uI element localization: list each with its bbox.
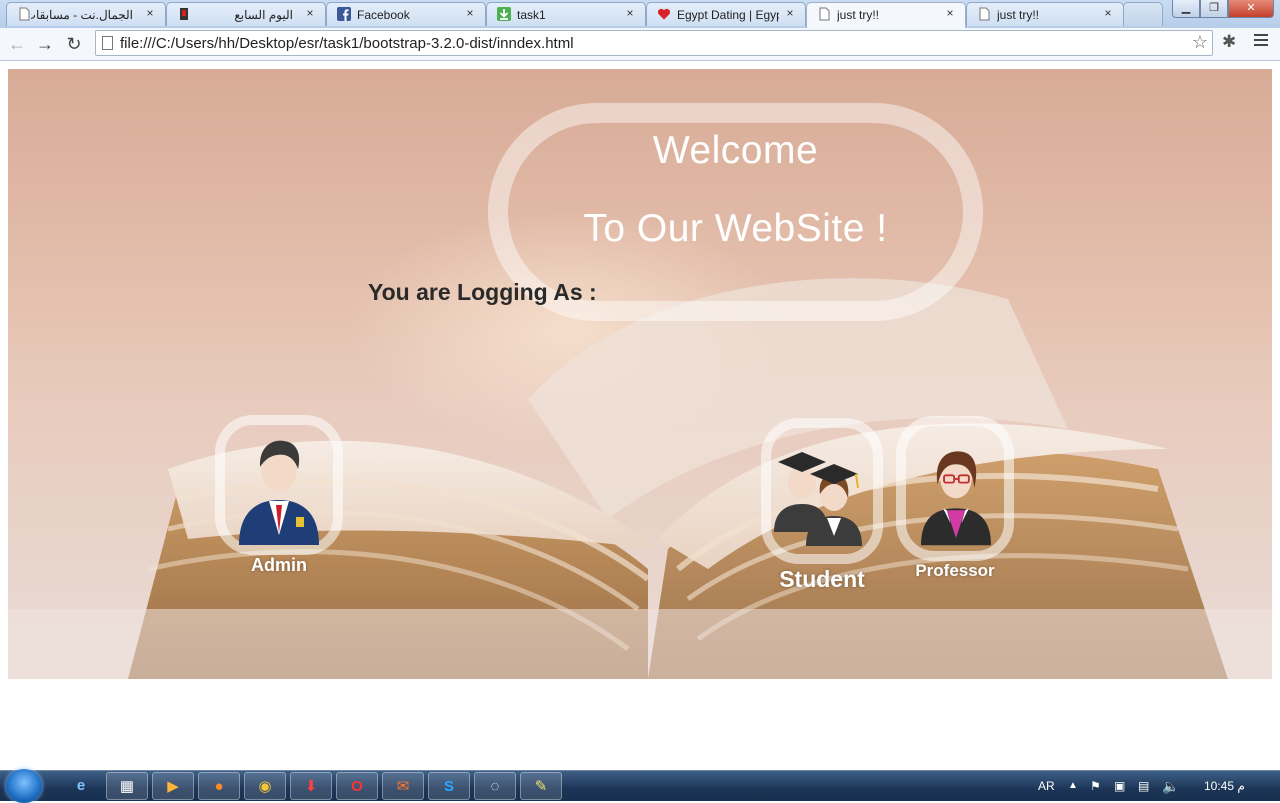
logging-as-label: You are Logging As : <box>368 279 597 305</box>
tab-close-icon[interactable]: × <box>303 6 317 20</box>
media-player-icon[interactable]: ▶ <box>152 772 194 800</box>
window-controls: ▁ ❐ ✕ <box>1172 0 1274 18</box>
bookmark-star-icon[interactable]: ☆ <box>1192 32 1208 53</box>
heart-icon <box>657 8 671 20</box>
download-icon <box>497 7 511 21</box>
tab-task1[interactable]: task1 × <box>486 2 646 26</box>
clock[interactable]: 10:45 م <box>1204 771 1245 801</box>
new-tab-button[interactable] <box>1123 2 1163 26</box>
welcome-heading: Welcome <box>652 129 819 172</box>
facebook-icon <box>337 7 351 21</box>
mail-icon[interactable]: ✉ <box>382 772 424 800</box>
admin-avatar-frame <box>215 415 343 555</box>
skype-icon[interactable]: S <box>428 772 470 800</box>
admin-role-button[interactable]: Admin <box>215 415 343 576</box>
tab-title: الجمال.نت - مسابقات <box>31 8 133 22</box>
chrome-icon[interactable]: ◉ <box>244 772 286 800</box>
language-indicator[interactable]: AR <box>1038 771 1055 801</box>
professor-avatar-frame <box>896 416 1014 561</box>
tab-egypt-dating[interactable]: Egypt Dating | Egyp × <box>646 2 806 26</box>
notepad-icon[interactable]: ✎ <box>520 772 562 800</box>
site-icon <box>180 8 188 20</box>
page-icon <box>102 36 113 50</box>
opera-icon[interactable]: O <box>336 772 378 800</box>
tab-youm7[interactable]: اليوم السابع × <box>166 2 326 26</box>
forward-arrow-icon[interactable]: → <box>33 32 57 56</box>
extension-icon[interactable]: ✱ <box>1222 32 1236 52</box>
tab-close-icon[interactable]: × <box>143 6 157 20</box>
tab-title: Facebook <box>357 8 410 22</box>
tab-close-icon[interactable]: × <box>943 6 957 20</box>
tab-close-icon[interactable]: × <box>463 6 477 20</box>
tab-close-icon[interactable]: × <box>783 6 797 20</box>
network-alert-icon[interactable]: ⚑ <box>1090 771 1101 801</box>
windows-taskbar: e ▦ ▶ ● ◉ ⬇ O ✉ S ◌ ✎ AR ▲ ⚑ ▣ ▤ 🔈 10:45… <box>0 769 1280 803</box>
page-icon <box>979 7 990 21</box>
tab-just-try-active[interactable]: just try!! × <box>806 2 966 28</box>
address-bar[interactable]: ☆ <box>95 30 1213 56</box>
start-button[interactable] <box>6 769 42 803</box>
admin-avatar-icon <box>239 440 319 545</box>
tab-just-try[interactable]: just try!! × <box>966 2 1124 26</box>
file-explorer-icon[interactable]: ▦ <box>106 772 148 800</box>
professor-label: Professor <box>915 561 995 580</box>
student-avatar-frame <box>761 418 883 564</box>
browser-toolbar: ← → ↻ ☆ ✱ <box>0 28 1280 61</box>
professor-avatar-icon <box>921 451 991 546</box>
show-hidden-icons-icon[interactable]: ▲ <box>1068 771 1078 801</box>
tab-title: Egypt Dating | Egyp <box>677 8 779 22</box>
page-icon <box>19 7 30 21</box>
action-center-icon[interactable]: ▣ <box>1114 771 1125 801</box>
menu-icon[interactable] <box>1254 34 1268 49</box>
tab-facebook[interactable]: Facebook × <box>326 2 486 26</box>
back-arrow-icon[interactable]: ← <box>5 32 29 56</box>
tab-strip: الجمال.نت - مسابقات × اليوم السابع × Fac… <box>0 0 1280 28</box>
url-input[interactable] <box>120 33 1180 53</box>
internet-explorer-icon[interactable]: e <box>60 772 102 800</box>
page-icon <box>819 7 830 21</box>
tab-title: just try!! <box>837 8 880 22</box>
minimize-icon[interactable]: ▁ <box>1172 0 1200 18</box>
tab-title: اليوم السابع <box>234 8 293 22</box>
close-window-icon[interactable]: ✕ <box>1228 0 1274 18</box>
tab-aljamal[interactable]: الجمال.نت - مسابقات × <box>6 2 166 26</box>
page-viewport: Welcome To Our WebSite ! You are Logging… <box>8 69 1272 679</box>
network-icon[interactable]: ▤ <box>1138 771 1149 801</box>
tab-title: just try!! <box>997 8 1040 22</box>
admin-label: Admin <box>251 555 307 575</box>
restore-icon[interactable]: ❐ <box>1200 0 1228 18</box>
welcome-subheading: To Our WebSite ! <box>583 207 888 250</box>
download-manager-icon[interactable]: ⬇ <box>290 772 332 800</box>
tab-close-icon[interactable]: × <box>1101 6 1115 20</box>
chat-icon[interactable]: ◌ <box>474 772 516 800</box>
firefox-icon[interactable]: ● <box>198 772 240 800</box>
professor-role-button[interactable]: Professor <box>896 416 1014 581</box>
student-avatar-icon <box>774 452 862 546</box>
student-role-button[interactable]: Student <box>761 418 883 593</box>
student-label: Student <box>779 566 865 592</box>
tab-close-icon[interactable]: × <box>623 6 637 20</box>
volume-icon[interactable]: 🔈 <box>1162 771 1179 801</box>
reload-icon[interactable]: ↻ <box>62 32 86 56</box>
tab-title: task1 <box>517 8 546 22</box>
